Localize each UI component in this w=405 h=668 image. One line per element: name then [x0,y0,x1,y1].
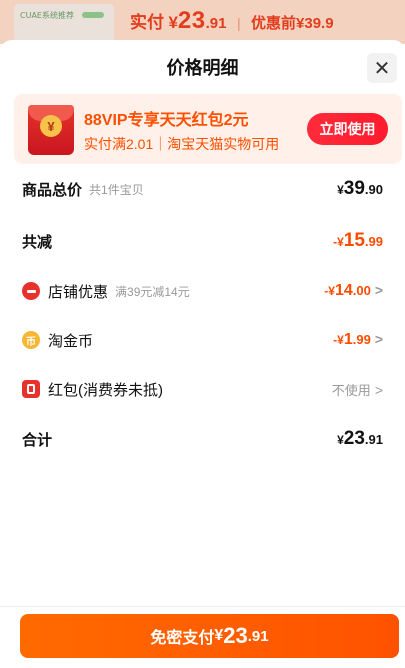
original-price: 优惠前¥39.9 [251,15,334,32]
price-detail-sheet: 价格明细 ✕ ¥ 88VIP专享天天红包2元 实付满2.01｜淘宝天猫实物可用 … [0,40,405,668]
pay-button-label: 免密支付 [150,630,215,647]
yuan-coin-icon: ¥ [40,115,62,137]
amount-integer: 14 [334,282,353,299]
pay-integer: 23 [223,623,248,648]
amount-decimal: .99 [352,332,371,347]
amount-decimal: .90 [364,182,383,197]
redpacket-value: 不使用 > [332,380,383,399]
vip-banner-title: 88VIP专享天天红包2元 [84,112,249,129]
taojinbi-label: 淘金币 [48,332,94,350]
gold-coin-icon: 币 [22,331,40,349]
password-free-pay-button[interactable]: 免密支付 ¥23.91 [20,614,399,658]
product-thumbnail: CUAE系统推荐 [14,4,114,42]
goods-total-value: ¥39.90 [337,178,383,200]
redpacket-row[interactable]: 红包(消费券未抵) 不使用 > [22,377,383,401]
sum-label: 合计 [22,431,53,449]
close-icon[interactable]: ✕ [367,53,397,83]
bottom-divider [0,606,405,607]
amount-decimal: .99 [364,234,383,249]
store-discount-note: 满39元减14元 [115,284,190,299]
taojinbi-value: -¥ 1.99 > [333,331,383,349]
store-discount-value: -¥ 14.00 > [324,282,383,300]
chevron-right-icon: > [374,282,383,298]
redpacket-label: 红包(消费券未抵) [48,381,163,399]
amount-integer: 15 [343,230,365,251]
goods-total-row: 商品总价 共1件宝贝 ¥39.90 [22,177,383,201]
currency-symbol: -¥ [333,333,344,347]
currency-symbol: -¥ [333,235,344,249]
sum-row: 合计 ¥23.91 [22,427,383,451]
amount-decimal: .91 [364,432,383,447]
vip-banner-subtitle: 实付满2.01｜淘宝天猫实物可用 [84,136,280,152]
goods-count-note: 共1件宝贝 [89,182,144,197]
currency-symbol: -¥ [324,284,335,298]
use-now-button[interactable]: 立即使用 [307,113,388,145]
chevron-right-icon: > [374,381,383,398]
store-discount-row[interactable]: 店铺优惠 满39元减14元 -¥ 14.00 > [22,279,383,303]
store-discount-label: 店铺优惠 [48,283,109,301]
paid-label: 实付 [130,13,164,32]
total-discount-value: -¥ 15.99 [333,230,383,252]
background-page-strip: CUAE系统推荐 实付 ¥23.91 | 优惠前¥39.9 [0,0,405,44]
pay-currency: ¥ [214,627,224,644]
background-price: 实付 ¥23.91 | 优惠前¥39.9 [130,7,334,35]
currency-symbol: ¥ [337,433,344,447]
total-discount-row: 共减 -¥ 15.99 [22,229,383,253]
pay-decimal: .91 [247,627,269,645]
sum-value: ¥23.91 [337,428,383,450]
currency-symbol: ¥ [337,183,344,197]
total-discount-label: 共减 [22,233,53,251]
vip-redpacket-banner: ¥ 88VIP专享天天红包2元 实付满2.01｜淘宝天猫实物可用 立即使用 [14,94,402,164]
paid-integer: 23 [177,7,206,34]
sheet-title: 价格明细 [166,58,239,78]
chevron-right-icon: > [374,331,383,347]
amount-integer: 39 [343,178,365,199]
taojinbi-row[interactable]: 币 淘金币 -¥ 1.99 > [22,328,383,352]
not-used-text: 不使用 [331,382,371,398]
thumbnail-tag [82,12,104,18]
amount-integer: 1 [343,331,353,348]
redpacket-icon: ¥ [28,105,74,155]
amount-decimal: .00 [352,283,371,298]
price-separator: | [236,15,241,31]
redpacket-small-icon [22,380,40,398]
amount-integer: 23 [343,428,365,449]
store-coupon-icon [22,282,40,300]
goods-total-label: 商品总价 [22,181,83,199]
paid-currency: ¥ [168,13,178,32]
thumbnail-text: CUAE系统推荐 [20,11,74,20]
paid-decimal: .91 [205,15,227,32]
